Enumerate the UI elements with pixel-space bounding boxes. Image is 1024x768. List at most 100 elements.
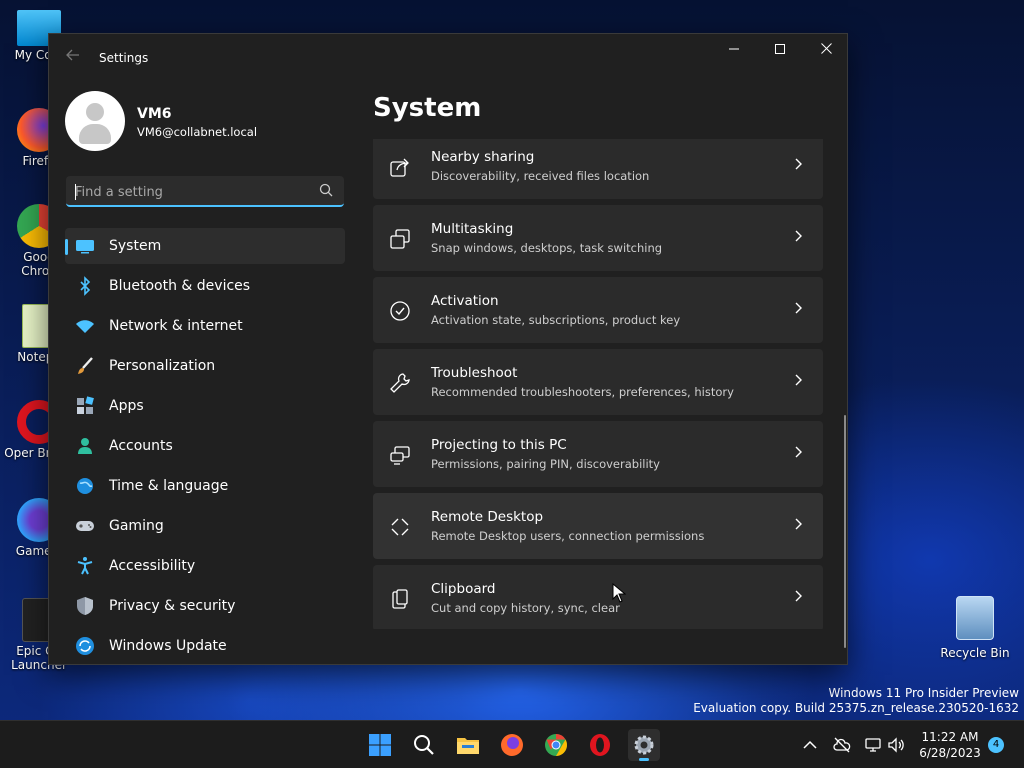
sidebar-item-label: Personalization bbox=[109, 358, 216, 374]
clipboard-icon bbox=[392, 589, 408, 609]
sidebar-item-time-language[interactable]: Time & language bbox=[65, 468, 345, 504]
taskbar-chrome[interactable] bbox=[540, 729, 572, 761]
card-title: Nearby sharing bbox=[431, 149, 535, 165]
recycle-bin-icon bbox=[956, 596, 994, 640]
taskbar-search-button[interactable] bbox=[408, 729, 440, 761]
clock-time: 11:22 AM bbox=[921, 730, 979, 744]
taskbar-opera[interactable] bbox=[584, 729, 616, 761]
sidebar-item-label: Accounts bbox=[109, 438, 173, 454]
card-title: Projecting to this PC bbox=[431, 437, 567, 453]
sidebar-item-privacy-security[interactable]: Privacy & security bbox=[65, 588, 345, 624]
search-icon bbox=[414, 735, 434, 755]
taskbar-settings[interactable] bbox=[628, 729, 660, 761]
search-icon[interactable] bbox=[318, 182, 334, 198]
settings-card-nearby-sharing[interactable]: Nearby sharing Discoverability, received… bbox=[373, 139, 823, 199]
sidebar-item-bluetooth[interactable]: Bluetooth & devices bbox=[65, 268, 345, 304]
settings-card-remote-desktop[interactable]: Remote Desktop Remote Desktop users, con… bbox=[373, 493, 823, 559]
sidebar-item-gaming[interactable]: Gaming bbox=[65, 508, 345, 544]
sidebar-item-label: Gaming bbox=[109, 518, 164, 534]
settings-card-multitasking[interactable]: Multitasking Snap windows, desktops, tas… bbox=[373, 205, 823, 271]
sidebar-item-label: Time & language bbox=[109, 478, 229, 494]
avatar-body bbox=[79, 124, 111, 144]
apps-icon bbox=[77, 396, 94, 414]
sidebar-item-personalization[interactable]: Personalization bbox=[65, 348, 345, 384]
bluetooth-icon bbox=[80, 276, 91, 296]
card-title: Multitasking bbox=[431, 221, 514, 237]
card-subtitle: Snap windows, desktops, task switching bbox=[431, 241, 663, 255]
folder-icon bbox=[457, 738, 479, 754]
windows-logo-icon bbox=[369, 734, 391, 756]
taskbar: 11:22 AM 6/28/2023 4 bbox=[0, 720, 1024, 768]
sidebar-item-windows-update[interactable]: Windows Update bbox=[65, 628, 345, 664]
sidebar-item-system[interactable]: System bbox=[65, 228, 345, 264]
firefox-icon bbox=[501, 734, 523, 756]
sidebar-item-network[interactable]: Network & internet bbox=[65, 308, 345, 344]
desktop-icon-recycle-bin[interactable]: Recycle Bin bbox=[940, 596, 1010, 660]
gamepad-icon bbox=[76, 521, 94, 531]
card-subtitle: Remote Desktop users, connection permiss… bbox=[431, 529, 705, 543]
settings-card-projecting[interactable]: Projecting to this PC Permissions, pairi… bbox=[373, 421, 823, 487]
card-title: Remote Desktop bbox=[431, 509, 544, 525]
card-subtitle: Recommended troubleshooters, preferences… bbox=[431, 385, 734, 399]
remote-desktop-icon bbox=[391, 518, 409, 536]
card-subtitle: Discoverability, received files location bbox=[431, 169, 650, 183]
content-scrollbar[interactable] bbox=[844, 415, 846, 648]
avatar[interactable] bbox=[65, 91, 125, 151]
maximize-icon bbox=[775, 44, 785, 54]
search-box[interactable] bbox=[66, 176, 344, 207]
title-bar: Settings bbox=[49, 34, 847, 82]
shield-icon bbox=[77, 597, 93, 615]
back-button[interactable] bbox=[63, 48, 83, 68]
chevron-right-icon bbox=[795, 302, 802, 314]
start-button[interactable] bbox=[364, 729, 396, 761]
chevron-up-icon[interactable] bbox=[800, 735, 820, 755]
taskbar-file-explorer[interactable] bbox=[452, 729, 484, 761]
settings-card-clipboard[interactable]: Clipboard Cut and copy history, sync, cl… bbox=[373, 565, 823, 629]
settings-list: Nearby sharing Discoverability, received… bbox=[373, 139, 823, 629]
sidebar-item-label: Privacy & security bbox=[109, 598, 236, 614]
card-title: Troubleshoot bbox=[431, 365, 518, 381]
accessibility-icon bbox=[77, 557, 93, 575]
watermark-line: Windows 11 Pro Insider Preview bbox=[828, 686, 1019, 700]
chevron-right-icon bbox=[795, 446, 802, 458]
sidebar-item-accounts[interactable]: Accounts bbox=[65, 428, 345, 464]
close-button[interactable] bbox=[803, 34, 847, 66]
chrome-icon bbox=[545, 734, 567, 756]
multitask-icon bbox=[390, 229, 410, 249]
settings-window: Settings VM6 VM6@collabnet.local System … bbox=[48, 33, 848, 665]
window-title: Settings bbox=[99, 51, 149, 65]
user-email: VM6@collabnet.local bbox=[137, 125, 258, 139]
sidebar-item-accessibility[interactable]: Accessibility bbox=[65, 548, 345, 584]
notification-badge[interactable]: 4 bbox=[988, 737, 1004, 753]
watermark-line: Evaluation copy. Build 25375.zn_release.… bbox=[693, 701, 1019, 715]
taskbar-firefox[interactable] bbox=[496, 729, 528, 761]
settings-card-troubleshoot[interactable]: Troubleshoot Recommended troubleshooters… bbox=[373, 349, 823, 415]
brush-icon bbox=[78, 357, 93, 374]
sidebar-item-label: Windows Update bbox=[109, 638, 227, 654]
globe-icon bbox=[77, 478, 93, 494]
sidebar-item-label: Bluetooth & devices bbox=[109, 278, 251, 294]
volume-icon[interactable] bbox=[886, 735, 906, 755]
maximize-button[interactable] bbox=[757, 34, 803, 66]
close-icon bbox=[820, 43, 832, 54]
monitor-icon bbox=[76, 240, 94, 254]
share-icon bbox=[390, 158, 409, 177]
minimize-icon bbox=[729, 48, 739, 50]
onedrive-icon[interactable] bbox=[832, 735, 852, 755]
settings-card-activation[interactable]: Activation Activation state, subscriptio… bbox=[373, 277, 823, 343]
chevron-right-icon bbox=[795, 518, 802, 530]
card-title: Activation bbox=[431, 293, 499, 309]
sidebar-item-label: Apps bbox=[109, 398, 144, 414]
opera-icon bbox=[590, 734, 610, 756]
check-circle-icon bbox=[390, 301, 410, 321]
taskbar-clock[interactable]: 11:22 AM 6/28/2023 bbox=[910, 729, 990, 761]
card-subtitle: Permissions, pairing PIN, discoverabilit… bbox=[431, 457, 660, 471]
mouse-cursor-icon bbox=[612, 583, 626, 603]
sidebar-item-apps[interactable]: Apps bbox=[65, 388, 345, 424]
chevron-right-icon bbox=[795, 590, 802, 602]
search-input[interactable] bbox=[75, 182, 305, 202]
network-icon[interactable] bbox=[864, 735, 884, 755]
chevron-right-icon bbox=[795, 374, 802, 386]
minimize-button[interactable] bbox=[711, 34, 757, 66]
card-title: Clipboard bbox=[431, 581, 496, 597]
